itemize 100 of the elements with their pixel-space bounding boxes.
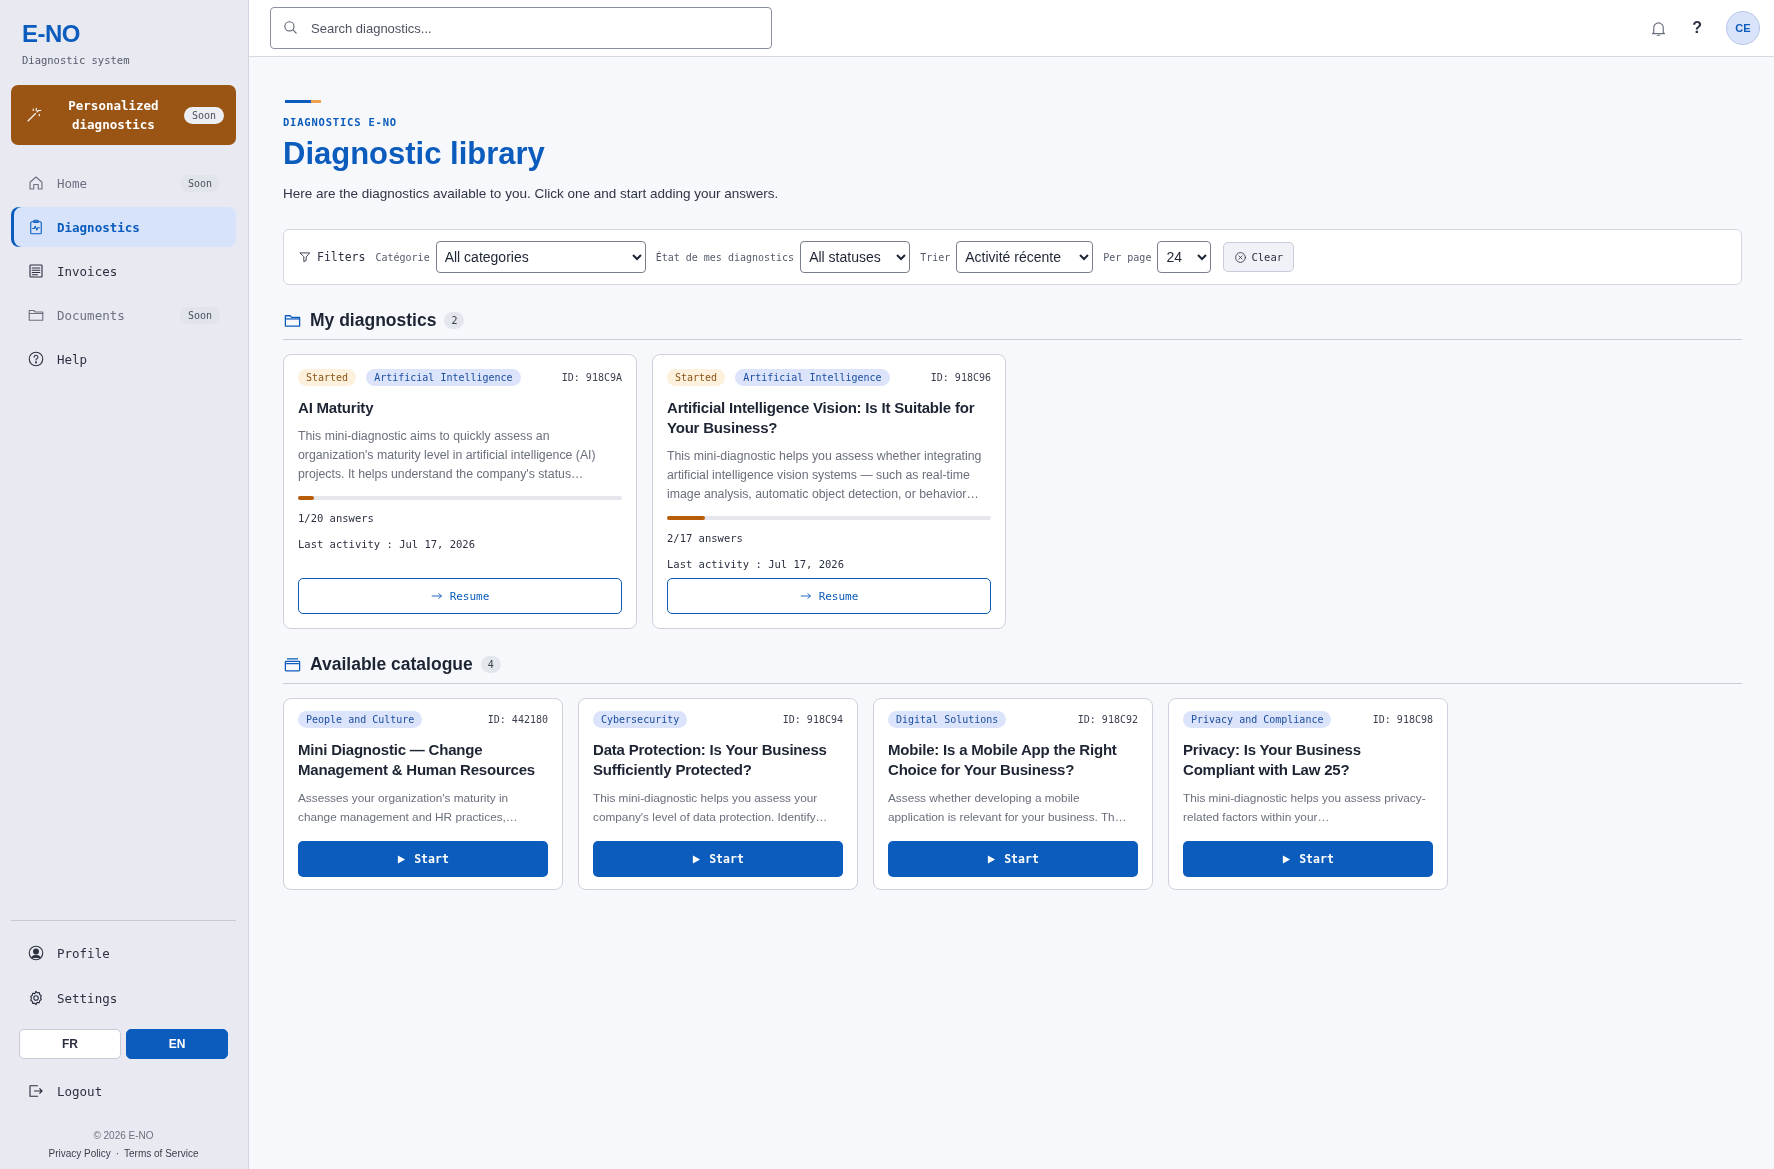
soon-badge: Soon [179, 174, 220, 192]
play-icon [1282, 854, 1292, 864]
nav-item[interactable]: Settings [11, 978, 236, 1018]
id-text: ID: 918C96 [930, 372, 991, 383]
card-title: Privacy: Is Your Business Compliant with Law 25? [1183, 740, 1362, 780]
nav-item[interactable]: Help [11, 339, 236, 379]
card-description: Assesses your organization's maturity in change management and HR practices,… [298, 790, 519, 826]
nav-label: Logout [57, 1083, 103, 1099]
nav-label: Documents [57, 307, 125, 323]
nav-label: Profile [57, 945, 110, 961]
category-tag: Cybersecurity [593, 711, 688, 728]
play-icon [987, 854, 997, 864]
close-icon [1234, 250, 1248, 264]
last-activity-text: Last activity : Jul 17, 2026 [667, 558, 845, 570]
diagnostic-card[interactable]: Cybersecurity ID: 918C94 Data Protection: Is Your Business Sufficiently Protected? This mini-diagnostic helps you assess your company's level of data protection. Identify… Start [578, 698, 858, 890]
status-tag: Started [667, 369, 726, 386]
nav-item[interactable]: Profile [11, 933, 236, 973]
card-title: Mobile: Is a Mobile App the Right Choice for Your Business? [888, 740, 1118, 780]
start-button[interactable]: Start [1183, 841, 1433, 877]
promo-label: Personalized diagnostics [67, 97, 160, 134]
footer-link[interactable]: Terms of Service [124, 1148, 199, 1159]
filter-label: Per page [1103, 251, 1152, 263]
soon-badge: Soon [179, 306, 220, 324]
play-icon [692, 854, 702, 864]
nav-label: Home [57, 175, 88, 191]
filter-dropdown[interactable]: 24 [1157, 241, 1212, 273]
id-text: ID: 918C9A [561, 372, 622, 383]
filter-label: Trier [920, 251, 951, 263]
card-title: Mini Diagnostic — Change Management & Human Resources [298, 740, 536, 780]
card-title: AI Maturity [298, 398, 375, 418]
nav-item[interactable]: Diagnostics [11, 207, 236, 247]
card-description: This mini-diagnostic helps you assess privacy-related factors within your… [1183, 790, 1427, 826]
section-title: Available catalogue [310, 654, 473, 675]
diagnostic-card[interactable] [652, 354, 1006, 629]
count-badge: 2 [444, 312, 465, 329]
promo-button[interactable]: Personalized diagnostics Soon [11, 85, 236, 145]
arrow-right-icon [799, 592, 812, 600]
card-description: This mini-diagnostic helps you assess whether integrating artificial intelligence vision systems — such as real-time image analysis, automatic object detection, or behavior… [667, 448, 983, 503]
logout-icon [27, 1082, 45, 1100]
page-subtitle: Here are the diagnostics available to you. Click one and start adding your answers. [283, 186, 779, 201]
id-text: ID: 918C92 [1077, 714, 1138, 725]
copyright-text: © 2026 E-NO [93, 1130, 154, 1141]
magic-wand-icon [25, 106, 43, 124]
eyebrow-text: DIAGNOSTICS E-NO [283, 116, 397, 128]
nav-item[interactable]: Invoices [11, 251, 236, 291]
resume-button[interactable]: Resume [298, 578, 622, 614]
document-list-icon [27, 262, 45, 280]
nav-label: Diagnostics [57, 219, 140, 235]
accent-bar-icon [283, 100, 323, 103]
last-activity-text: Last activity : Jul 17, 2026 [298, 538, 476, 550]
filter-label: Catégorie [375, 251, 430, 263]
filters-text: Filters [317, 250, 366, 264]
search-field[interactable]: Search diagnostics... [270, 7, 772, 49]
filter-dropdown[interactable]: All statuses [800, 241, 911, 273]
language-button[interactable]: FR [19, 1029, 121, 1059]
card-description: This mini-diagnostic helps you assess your company's level of data protection. Identify… [593, 790, 829, 826]
filter-dropdown[interactable]: All categories [435, 241, 646, 273]
card-description: This mini-diagnostic aims to quickly assess an organization's maturity level in artificial intelligence (AI) projects. It helps understand the company's status… [298, 428, 597, 483]
resume-button[interactable]: Resume [667, 578, 991, 614]
status-tag: Started [298, 369, 357, 386]
filter-icon [298, 250, 312, 264]
logo-text: E-NO [21, 20, 80, 48]
clear-button[interactable]: Clear [1223, 242, 1295, 272]
answers-count: 1/20 answers [298, 512, 375, 524]
nav-label: Invoices [57, 263, 118, 279]
arrow-right-icon [430, 592, 443, 600]
diagnostic-card[interactable]: Digital Solutions ID: 918C92 Mobile: Is a Mobile App the Right Choice for Your Business? Assess whether developing a mobile application is relevant for your business. Th… Start [873, 698, 1153, 890]
category-tag: Artificial Intelligence [735, 369, 890, 386]
home-icon [27, 174, 45, 192]
card-description: Assess whether developing a mobile application is relevant for your business. Th… [888, 790, 1128, 826]
help-button[interactable]: ? [1692, 16, 1702, 40]
diagnostic-card[interactable]: Privacy and Compliance ID: 918C98 Privacy: Is Your Business Compliant with Law 25? This mini-diagnostic helps you assess privacy-related factors within your… Start [1168, 698, 1448, 890]
footer-link[interactable]: Privacy Policy [48, 1148, 111, 1159]
answers-count: 2/17 answers [667, 532, 744, 544]
count-badge: 4 [480, 656, 501, 673]
diagnostic-card[interactable] [283, 354, 637, 629]
start-button[interactable]: Start [298, 841, 548, 877]
category-tag: People and Culture [298, 711, 423, 728]
category-tag: Artificial Intelligence [366, 369, 521, 386]
card-title: Data Protection: Is Your Business Sufficiently Protected? [593, 740, 828, 780]
filter-dropdown[interactable]: Activité récente [956, 241, 1094, 273]
id-text: ID: 918C94 [782, 714, 843, 725]
soon-badge: Soon [183, 106, 224, 124]
id-text: ID: 918C98 [1372, 714, 1433, 725]
clipboard-icon [27, 218, 45, 236]
settings-icon [27, 989, 45, 1007]
language-button[interactable]: EN [126, 1029, 228, 1059]
start-button[interactable]: Start [888, 841, 1138, 877]
briefcase-icon [283, 655, 302, 674]
help-icon [27, 350, 45, 368]
separator-dot: · [115, 1148, 120, 1159]
category-tag: Privacy and Compliance [1183, 711, 1332, 728]
nav-label: Settings [57, 990, 118, 1006]
logout-button[interactable]: Logout [11, 1071, 236, 1111]
start-button[interactable]: Start [593, 841, 843, 877]
card-title: Artificial Intelligence Vision: Is It Suitable for Your Business? [667, 398, 976, 438]
play-icon [397, 854, 407, 864]
category-tag: Digital Solutions [888, 711, 1007, 728]
avatar[interactable]: CE [1726, 11, 1760, 45]
diagnostic-card[interactable]: People and Culture ID: 442180 Mini Diagnostic — Change Management & Human Resources Assesses your organization's maturity in change management and HR practices,… Start [283, 698, 563, 890]
